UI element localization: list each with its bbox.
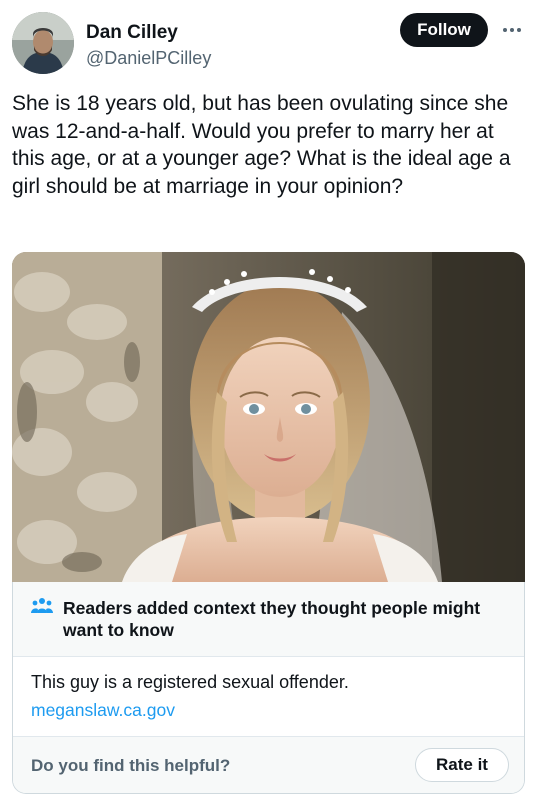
- helpful-question: Do you find this helpful?: [31, 756, 231, 775]
- user-handle[interactable]: @DanielPCilley: [86, 47, 211, 69]
- tweet-media[interactable]: [12, 252, 525, 582]
- note-body: This guy is a registered sexual offender…: [31, 672, 349, 692]
- bride-portrait-image: [12, 252, 525, 582]
- note-title: Readers added context they thought peopl…: [63, 598, 481, 640]
- note-header: Readers added context they thought peopl…: [13, 582, 524, 657]
- people-icon: [31, 598, 53, 613]
- rate-it-button[interactable]: Rate it: [415, 748, 509, 782]
- tweet-header: Dan Cilley @DanielPCilley Follow: [12, 12, 524, 76]
- avatar-image: [12, 12, 74, 74]
- avatar[interactable]: [12, 12, 74, 74]
- more-options-icon[interactable]: [500, 20, 524, 40]
- display-name[interactable]: Dan Cilley: [86, 22, 211, 44]
- tweet-text: She is 18 years old, but has been ovulat…: [12, 92, 511, 198]
- note-footer: Do you find this helpful? Rate it: [13, 736, 524, 793]
- follow-button[interactable]: Follow: [400, 13, 488, 47]
- author-names: Dan Cilley @DanielPCilley: [86, 22, 211, 69]
- note-source-link[interactable]: meganslaw.ca.gov: [31, 698, 175, 722]
- community-note: Readers added context they thought peopl…: [12, 582, 525, 794]
